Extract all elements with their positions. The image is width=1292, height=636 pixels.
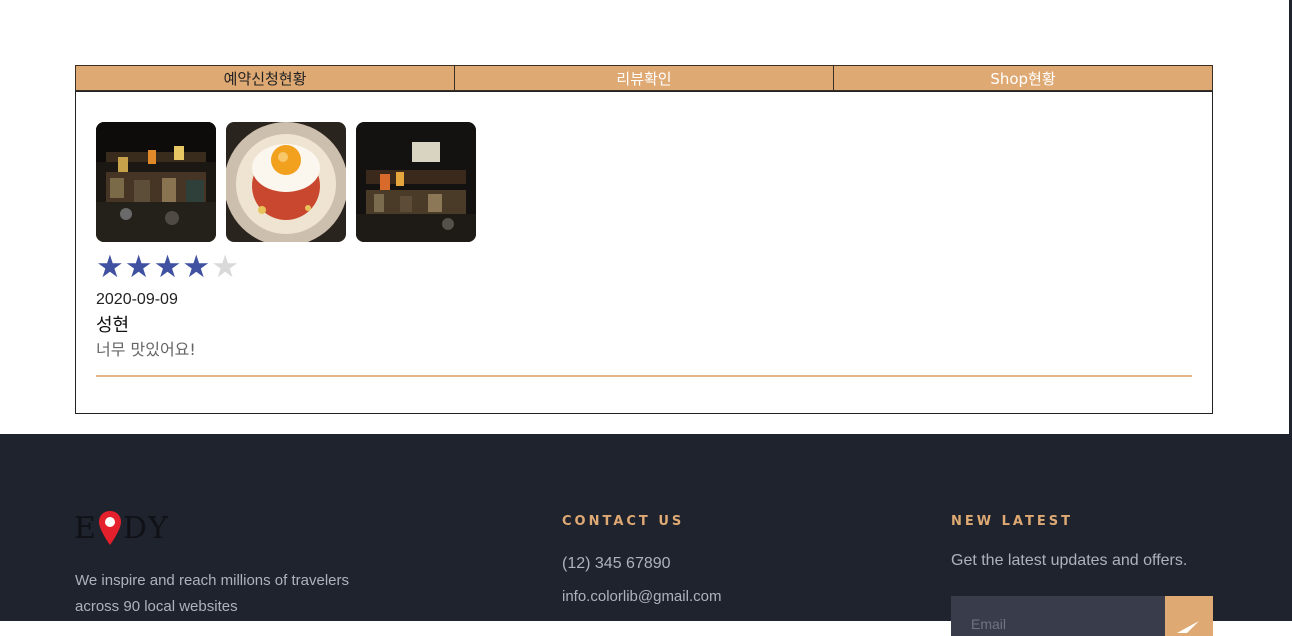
footer-logo[interactable]: E DY bbox=[74, 510, 169, 546]
tab-shop-status[interactable]: Shop현황 bbox=[833, 66, 1212, 90]
contact-heading: CONTACT US bbox=[562, 514, 685, 529]
logo-text-left: E bbox=[74, 510, 97, 546]
latest-heading: NEW LATEST bbox=[951, 514, 1073, 529]
about-line-2: across 90 local websites bbox=[75, 598, 238, 615]
contact-phone: (12) 345 67890 bbox=[562, 555, 671, 572]
star-icon: ★ bbox=[124, 249, 153, 285]
review-photo-2[interactable] bbox=[226, 122, 346, 242]
star-rating: ★ ★ ★ ★ ★ bbox=[96, 252, 239, 283]
latest-text: Get the latest updates and offers. bbox=[951, 552, 1188, 569]
review-photo-3[interactable] bbox=[356, 122, 476, 242]
review-divider bbox=[96, 375, 1192, 377]
newsletter-email-input[interactable] bbox=[951, 596, 1165, 636]
footer-about: We inspire and reach millions of travele… bbox=[75, 568, 375, 620]
review-photo-1[interactable] bbox=[96, 122, 216, 242]
tab-reviews[interactable]: 리뷰확인 bbox=[454, 66, 833, 90]
star-icon: ★ bbox=[153, 249, 182, 285]
star-icon: ★ bbox=[96, 249, 124, 285]
tab-bar: 예약신청현황 리뷰확인 Shop현황 bbox=[75, 65, 1213, 91]
star-empty-icon: ★ bbox=[211, 249, 239, 285]
send-icon bbox=[1177, 615, 1201, 636]
review-photos bbox=[96, 122, 476, 242]
about-line-1: We inspire and reach millions of travele… bbox=[75, 572, 350, 589]
map-pin-icon bbox=[98, 510, 122, 546]
review-date: 2020-09-09 bbox=[96, 291, 178, 308]
star-icon: ★ bbox=[182, 249, 211, 285]
logo-text-right: DY bbox=[122, 510, 169, 546]
site-footer: E DY We inspire and reach millions of tr… bbox=[0, 434, 1292, 636]
review-comment: 너무 맛있어요! bbox=[96, 340, 196, 359]
tab-reservations[interactable]: 예약신청현황 bbox=[76, 66, 454, 90]
newsletter-send-button[interactable] bbox=[1165, 596, 1213, 636]
review-author: 성현 bbox=[96, 315, 130, 336]
contact-email[interactable]: info.colorlib@gmail.com bbox=[562, 588, 721, 605]
review-card: ★ ★ ★ ★ ★ 2020-09-09 성현 너무 맛있어요! bbox=[75, 91, 1213, 414]
